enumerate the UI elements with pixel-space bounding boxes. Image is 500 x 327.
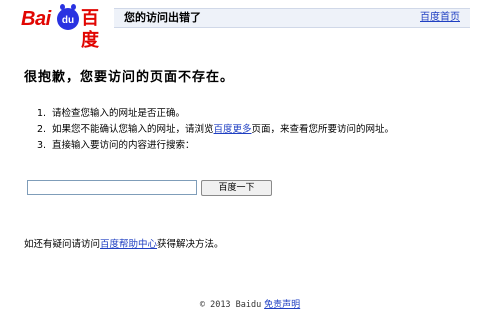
search-button[interactable]: 百度一下 <box>201 180 272 196</box>
page-footer: © 2013 Baidu 免责声明 <box>0 297 500 310</box>
tip-text: 请检查您输入的网址是否正确。 <box>52 108 186 119</box>
list-number: 2. <box>37 124 47 135</box>
page-header: Bai du 百度 您的访问出错了 百度首页 <box>0 0 500 51</box>
list-item: 3. 直接输入要访问的内容进行搜索： <box>37 138 394 154</box>
help-center-link[interactable]: 百度帮助中心 <box>100 239 157 250</box>
search-input[interactable] <box>27 180 197 195</box>
paw-icon: du <box>57 4 79 30</box>
baidu-logo[interactable]: Bai du 百度 <box>21 4 116 51</box>
logo-latin-text: Bai <box>21 8 51 30</box>
logo-chinese-text: 百度 <box>81 8 99 51</box>
tips-list: 1. 请检查您输入的网址是否正确。 2. 如果您不能确认您输入的网址，请浏览百度… <box>37 106 394 154</box>
tip-text-before: 如果您不能确认您输入的网址，请浏览 <box>52 124 214 135</box>
baidu-more-link[interactable]: 百度更多 <box>214 124 252 135</box>
tip-text: 直接输入要访问的内容进行搜索： <box>52 140 195 151</box>
title-bar: 您的访问出错了 百度首页 <box>114 8 470 28</box>
error-heading: 很抱歉，您要访问的页面不存在。 <box>24 70 235 85</box>
copyright-text: © 2013 Baidu <box>199 300 262 310</box>
list-item: 1. 请检查您输入的网址是否正确。 <box>37 106 394 122</box>
help-text: 如还有疑问请访问百度帮助中心获得解决方法。 <box>24 236 224 250</box>
list-number: 1. <box>37 108 47 119</box>
help-text-before: 如还有疑问请访问 <box>24 239 101 250</box>
disclaimer-link[interactable]: 免责声明 <box>264 300 300 310</box>
list-item: 2. 如果您不能确认您输入的网址，请浏览百度更多页面，来查看您所要访问的网址。 <box>37 122 394 138</box>
page-title: 您的访问出错了 <box>124 11 201 24</box>
baidu-home-link[interactable]: 百度首页 <box>420 12 460 24</box>
help-text-after: 获得解决方法。 <box>157 239 224 250</box>
list-number: 3. <box>37 140 47 151</box>
tip-text-after: 页面，来查看您所要访问的网址。 <box>251 124 395 135</box>
